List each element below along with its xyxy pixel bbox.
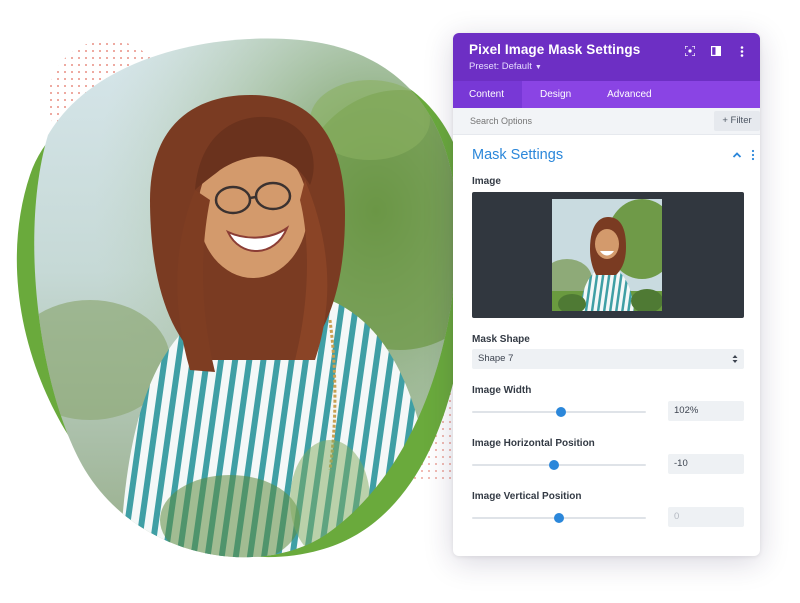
tab-advanced[interactable]: Advanced <box>591 81 667 108</box>
sidebar-layout-icon[interactable] <box>708 43 724 59</box>
mask-shape-value: Shape 7 <box>478 353 514 364</box>
image-horizontal-position-input[interactable]: -10 <box>668 454 744 474</box>
caret-down-icon: ▼ <box>534 64 542 71</box>
image-label: Image <box>472 176 501 187</box>
filter-button[interactable]: + Filter <box>714 111 760 131</box>
focus-icon[interactable] <box>682 43 698 59</box>
more-vertical-icon[interactable] <box>734 43 750 59</box>
section-header[interactable]: Mask Settings <box>453 135 760 169</box>
image-horizontal-position-slider[interactable] <box>472 459 646 471</box>
search-options-input[interactable] <box>453 108 703 134</box>
panel-tabs: Content Design Advanced <box>453 81 760 108</box>
image-upload-field[interactable] <box>472 192 744 318</box>
mask-shape-select[interactable]: Shape 7 <box>472 349 744 369</box>
slider-track <box>472 464 646 466</box>
search-bar: + Filter <box>453 108 760 135</box>
preset-label: Preset: Default <box>469 61 532 72</box>
section-more-icon[interactable] <box>750 149 756 161</box>
select-arrows-icon <box>732 355 738 363</box>
settings-panel: Pixel Image Mask Settings Preset: Defaul… <box>453 33 760 556</box>
slider-handle[interactable] <box>548 460 559 470</box>
image-width-input[interactable]: 102% <box>668 401 744 421</box>
slider-handle[interactable] <box>554 513 564 523</box>
slider-handle[interactable] <box>555 407 566 417</box>
tab-design[interactable]: Design <box>524 81 587 108</box>
image-vertical-position-input[interactable]: 0 <box>668 507 744 527</box>
panel-title: Pixel Image Mask Settings <box>469 42 641 57</box>
image-thumbnail <box>552 199 662 311</box>
panel-header: Pixel Image Mask Settings Preset: Defaul… <box>453 33 760 81</box>
image-horizontal-position-label: Image Horizontal Position <box>472 438 595 449</box>
section-title: Mask Settings <box>472 147 564 163</box>
image-vertical-position-slider[interactable] <box>472 512 646 524</box>
image-width-slider[interactable] <box>472 406 646 418</box>
image-vertical-position-label: Image Vertical Position <box>472 491 582 502</box>
header-actions <box>682 43 750 59</box>
tab-content[interactable]: Content <box>453 81 522 108</box>
image-width-label: Image Width <box>472 385 532 396</box>
mask-shape-label: Mask Shape <box>472 334 530 345</box>
preset-selector[interactable]: Preset: Default ▼ <box>469 61 542 72</box>
chevron-up-icon[interactable] <box>732 150 742 160</box>
